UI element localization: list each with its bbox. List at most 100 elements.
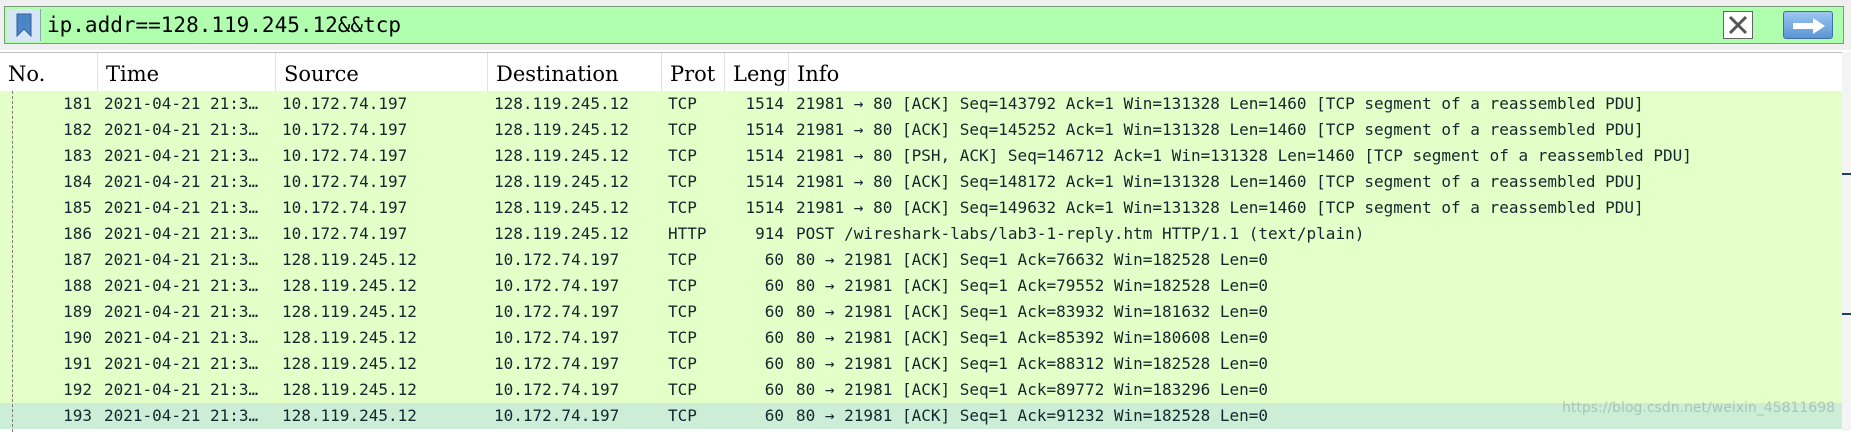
packet-time: 2021-04-21 21:3… xyxy=(104,328,259,347)
packet-info: 21981 → 80 [ACK] Seq=148172 Ack=1 Win=13… xyxy=(796,172,1644,191)
filter-bookmark-button[interactable] xyxy=(7,9,41,41)
packet-info: POST /wireshark-labs/lab3-1-reply.htm HT… xyxy=(796,224,1365,243)
bookmark-icon xyxy=(16,13,32,37)
packet-no: 191 xyxy=(63,354,92,373)
column-header-destination[interactable]: Destination xyxy=(488,53,662,91)
column-header-source[interactable]: Source xyxy=(276,53,488,91)
packet-length: 60 xyxy=(764,406,784,425)
packet-list-scrollbar[interactable] xyxy=(1842,52,1851,431)
packet-length: 1514 xyxy=(745,94,784,113)
packet-info: 21981 → 80 [ACK] Seq=145252 Ack=1 Win=13… xyxy=(796,120,1644,139)
display-filter-toolbar xyxy=(0,0,1851,50)
packet-protocol: TCP xyxy=(668,302,697,321)
packet-destination: 128.119.245.12 xyxy=(494,120,629,139)
packet-no: 184 xyxy=(63,172,92,191)
packet-destination: 128.119.245.12 xyxy=(494,172,629,191)
packet-destination: 10.172.74.197 xyxy=(494,406,620,425)
packet-time: 2021-04-21 21:3… xyxy=(104,120,259,139)
packet-row[interactable]: 185 2021-04-21 21:3… 10.172.74.197 128.119.… xyxy=(0,195,1842,221)
packet-source: 128.119.245.12 xyxy=(282,302,417,321)
packet-time: 2021-04-21 21:3… xyxy=(104,172,259,191)
packet-no: 183 xyxy=(63,146,92,165)
packet-length: 1514 xyxy=(745,172,784,191)
close-icon xyxy=(1728,15,1748,35)
packet-no: 188 xyxy=(63,276,92,295)
packet-protocol: TCP xyxy=(668,406,697,425)
packet-no: 189 xyxy=(63,302,92,321)
packet-length: 60 xyxy=(764,276,784,295)
packet-length: 60 xyxy=(764,250,784,269)
packet-no: 193 xyxy=(63,406,92,425)
packet-length: 914 xyxy=(755,224,784,243)
column-header-no[interactable]: No. xyxy=(0,53,98,91)
packet-length: 60 xyxy=(764,354,784,373)
packet-time: 2021-04-21 21:3… xyxy=(104,380,259,399)
packet-protocol: HTTP xyxy=(668,224,707,243)
display-filter-box xyxy=(4,6,1844,44)
packet-length: 1514 xyxy=(745,198,784,217)
column-header-info[interactable]: Info xyxy=(789,53,1842,91)
scrollbar-marker xyxy=(1842,173,1851,175)
packet-source: 10.172.74.197 xyxy=(282,198,408,217)
packet-source: 128.119.245.12 xyxy=(282,380,417,399)
conversation-tree-line xyxy=(12,91,13,432)
packet-info: 80 → 21981 [ACK] Seq=1 Ack=88312 Win=182… xyxy=(796,354,1269,373)
packet-row[interactable]: 191 2021-04-21 21:3… 128.119.245.12 10.172.… xyxy=(0,351,1842,377)
scrollbar-marker xyxy=(1842,313,1851,315)
packet-destination: 128.119.245.12 xyxy=(494,198,629,217)
packet-protocol: TCP xyxy=(668,94,697,113)
packet-source: 128.119.245.12 xyxy=(282,406,417,425)
packet-list-header: No. Time Source Destination Prot Leng In… xyxy=(0,53,1851,92)
apply-filter-button[interactable] xyxy=(1783,11,1833,39)
packet-source: 128.119.245.12 xyxy=(282,354,417,373)
packet-row[interactable]: 189 2021-04-21 21:3… 128.119.245.12 10.172.… xyxy=(0,299,1842,325)
packet-destination: 10.172.74.197 xyxy=(494,276,620,295)
packet-protocol: TCP xyxy=(668,250,697,269)
packet-time: 2021-04-21 21:3… xyxy=(104,224,259,243)
packet-no: 181 xyxy=(63,94,92,113)
packet-source: 10.172.74.197 xyxy=(282,146,408,165)
clear-filter-button[interactable] xyxy=(1723,11,1753,39)
packet-protocol: TCP xyxy=(668,354,697,373)
packet-time: 2021-04-21 21:3… xyxy=(104,302,259,321)
packet-row[interactable]: 186 2021-04-21 21:3… 10.172.74.197 128.119.… xyxy=(0,221,1842,247)
packet-protocol: TCP xyxy=(668,198,697,217)
packet-info: 80 → 21981 [ACK] Seq=1 Ack=76632 Win=182… xyxy=(796,250,1269,269)
packet-destination: 128.119.245.12 xyxy=(494,146,629,165)
packet-info: 80 → 21981 [ACK] Seq=1 Ack=83932 Win=181… xyxy=(796,302,1269,321)
packet-protocol: TCP xyxy=(668,146,697,165)
packet-protocol: TCP xyxy=(668,172,697,191)
packet-time: 2021-04-21 21:3… xyxy=(104,146,259,165)
packet-length: 1514 xyxy=(745,120,784,139)
packet-row[interactable]: 184 2021-04-21 21:3… 10.172.74.197 128.119.… xyxy=(0,169,1842,195)
packet-row[interactable]: 182 2021-04-21 21:3… 10.172.74.197 128.119.… xyxy=(0,117,1842,143)
packet-destination: 10.172.74.197 xyxy=(494,380,620,399)
display-filter-input[interactable] xyxy=(47,7,1727,43)
packet-source: 10.172.74.197 xyxy=(282,120,408,139)
packet-row[interactable]: 188 2021-04-21 21:3… 128.119.245.12 10.172.… xyxy=(0,273,1842,299)
packet-time: 2021-04-21 21:3… xyxy=(104,250,259,269)
column-header-protocol[interactable]: Prot xyxy=(662,53,725,91)
packet-destination: 10.172.74.197 xyxy=(494,250,620,269)
packet-time: 2021-04-21 21:3… xyxy=(104,354,259,373)
column-header-length[interactable]: Leng xyxy=(725,53,789,91)
packet-destination: 10.172.74.197 xyxy=(494,328,620,347)
column-header-time[interactable]: Time xyxy=(98,53,276,91)
packet-row[interactable]: 181 2021-04-21 21:3… 10.172.74.197 128.119.… xyxy=(0,91,1842,117)
packet-destination: 10.172.74.197 xyxy=(494,354,620,373)
packet-protocol: TCP xyxy=(668,328,697,347)
packet-source: 128.119.245.12 xyxy=(282,250,417,269)
watermark: https://blog.csdn.net/weixin_45811698 xyxy=(1562,400,1836,416)
packet-row[interactable]: 183 2021-04-21 21:3… 10.172.74.197 128.119.… xyxy=(0,143,1842,169)
packet-source: 10.172.74.197 xyxy=(282,94,408,113)
packet-source: 10.172.74.197 xyxy=(282,172,408,191)
packet-protocol: TCP xyxy=(668,380,697,399)
packet-row[interactable]: 190 2021-04-21 21:3… 128.119.245.12 10.172.… xyxy=(0,325,1842,351)
packet-protocol: TCP xyxy=(668,276,697,295)
packet-length: 60 xyxy=(764,302,784,321)
packet-destination: 10.172.74.197 xyxy=(494,302,620,321)
packet-row[interactable]: 187 2021-04-21 21:3… 128.119.245.12 10.172.… xyxy=(0,247,1842,273)
packet-source: 128.119.245.12 xyxy=(282,328,417,347)
packet-time: 2021-04-21 21:3… xyxy=(104,94,259,113)
packet-time: 2021-04-21 21:3… xyxy=(104,276,259,295)
